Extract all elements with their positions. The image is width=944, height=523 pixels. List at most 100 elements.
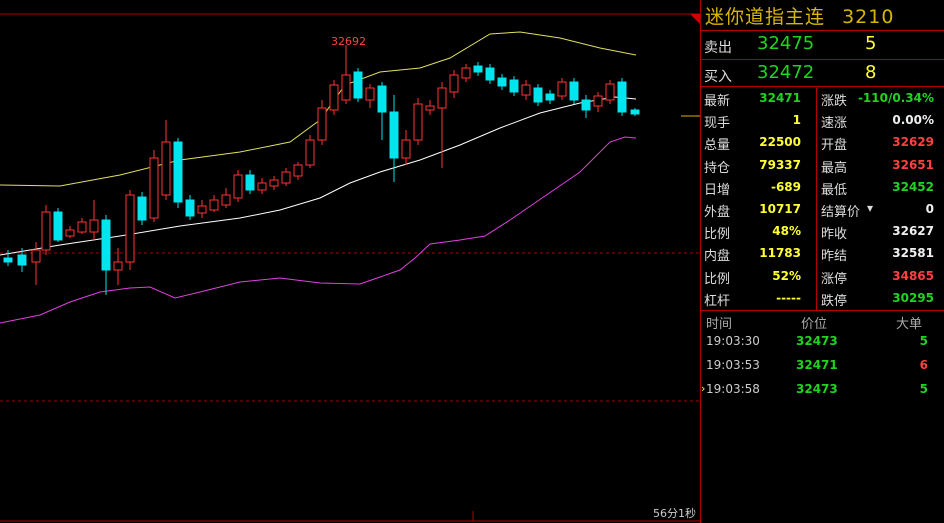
- candle-down: [581, 99, 591, 111]
- candle-up: [413, 103, 423, 141]
- candle-up: [305, 139, 315, 166]
- candle-down: [137, 196, 147, 221]
- quote-value: 32629: [892, 135, 934, 150]
- buy-label: 买入: [704, 69, 732, 85]
- quote-label: 涨跌: [821, 94, 848, 109]
- quote-panel: 迷你道指主连 3210 卖出 32475 5 买入 32472 8 最新 3247…: [701, 0, 944, 523]
- tick-row[interactable]: 19:03:53 32471 6: [701, 355, 944, 379]
- buy-row[interactable]: 买入 32472 8: [701, 61, 944, 87]
- quote-value: 79337: [759, 157, 801, 172]
- candle-down: [245, 174, 255, 191]
- candle-up: [149, 157, 159, 219]
- candle-up: [605, 83, 615, 101]
- quote-row: 现手 1 速涨 0.00%: [701, 110, 944, 132]
- candle-down: [630, 109, 640, 115]
- quote-label: 跌停: [821, 293, 848, 309]
- candle-up: [233, 174, 243, 199]
- quote-label: 总量: [704, 138, 731, 154]
- candle-down: [617, 81, 627, 113]
- quote-label: 结算价: [821, 205, 861, 220]
- candle-up: [401, 139, 411, 159]
- quote-label: 比例: [704, 227, 731, 243]
- quote-value: 1: [792, 113, 801, 128]
- quote-row: 总量 22500 开盘 32629: [701, 132, 944, 154]
- candle-up: [197, 205, 207, 214]
- tick-time: 19:03:53: [706, 358, 760, 372]
- quote-value: 32651: [892, 157, 934, 172]
- ticks-time-header: 时间: [706, 317, 733, 332]
- candle-up: [329, 84, 339, 111]
- quote-label: 持仓: [704, 160, 731, 176]
- quote-label: 现手: [704, 116, 731, 132]
- candle-down: [3, 257, 13, 263]
- quote-label: 杠杆: [704, 293, 731, 309]
- quote-value: 48%: [772, 224, 801, 239]
- candle-up: [209, 199, 219, 211]
- ticks-size-header: 大单: [896, 317, 923, 332]
- candle-down: [101, 219, 111, 271]
- quote-label: 内盘: [704, 249, 731, 265]
- candle-up: [281, 171, 291, 184]
- candle-up: [125, 194, 135, 263]
- ticks-price-header: 价位: [801, 317, 828, 332]
- separator: [701, 59, 944, 60]
- candle-up: [293, 164, 303, 177]
- quote-row: 比例 52% 涨停 34865: [701, 266, 944, 288]
- candle-up: [77, 221, 87, 233]
- quote-value: 52%: [772, 268, 801, 283]
- sell-price: 32475: [757, 33, 815, 54]
- candlestick-chart[interactable]: 32692: [0, 0, 700, 523]
- buy-volume: 8: [865, 62, 877, 83]
- candle-up: [365, 87, 375, 101]
- candle-up: [557, 81, 567, 97]
- quote-label: 日增: [704, 182, 731, 198]
- candle-up: [257, 182, 267, 191]
- quote-row: 杠杆 ----- 跌停 30295: [701, 288, 944, 310]
- candle-up: [437, 87, 447, 109]
- separator: [701, 310, 944, 311]
- quote-value: 32471: [759, 91, 801, 105]
- tick-time: 19:03:58: [706, 382, 760, 396]
- quote-value: -689: [770, 179, 801, 194]
- sell-row[interactable]: 卖出 32475 5: [701, 32, 944, 58]
- candle-down: [53, 211, 63, 241]
- candle-down: [533, 87, 543, 103]
- quote-value: 11783: [759, 246, 801, 261]
- quote-value: 10717: [759, 202, 801, 216]
- tick-price: 32471: [796, 358, 838, 372]
- candle-up: [113, 261, 123, 271]
- candle-up: [593, 95, 603, 107]
- candle-down: [389, 111, 399, 159]
- candle-up: [317, 107, 327, 141]
- instrument-name: 迷你道指主连: [705, 6, 826, 28]
- candle-up: [269, 179, 279, 187]
- candle-down: [377, 85, 387, 113]
- candle-up: [31, 249, 41, 263]
- quote-row: 内盘 11783 昨结 32581: [701, 243, 944, 265]
- quote-row: 日增 -689 最低 32452: [701, 177, 944, 199]
- separator: [701, 86, 944, 87]
- quote-value: 32452: [892, 179, 934, 194]
- candle-down: [497, 77, 507, 87]
- quote-label: 昨结: [821, 249, 848, 265]
- chevron-down-icon[interactable]: ▾: [867, 201, 873, 215]
- candle-down: [509, 79, 519, 93]
- quote-label: 最低: [821, 182, 848, 198]
- quote-label: 昨收: [821, 227, 848, 243]
- tick-row[interactable]: 19:03:30 32473 5: [701, 331, 944, 355]
- quote-value: 22500: [759, 135, 801, 150]
- buy-price: 32472: [757, 62, 815, 83]
- instrument-title: 迷你道指主连 3210: [705, 2, 894, 29]
- candle-up: [461, 67, 471, 79]
- quote-row: 最新 32471 涨跌 -110/0.34%: [701, 88, 944, 110]
- quote-label: 速涨: [821, 116, 848, 132]
- quote-value: 0: [925, 202, 934, 216]
- quote-label: 外盘: [704, 205, 731, 220]
- candle-up: [41, 211, 51, 251]
- quote-label: 最高: [821, 160, 848, 176]
- tick-row[interactable]: › 19:03:58 32473 5: [701, 379, 944, 403]
- quote-value: 0.00%: [892, 113, 934, 128]
- current-tick-marker: ›: [701, 382, 706, 395]
- tick-price: 32473: [796, 334, 838, 348]
- quote-label: 涨停: [821, 271, 848, 287]
